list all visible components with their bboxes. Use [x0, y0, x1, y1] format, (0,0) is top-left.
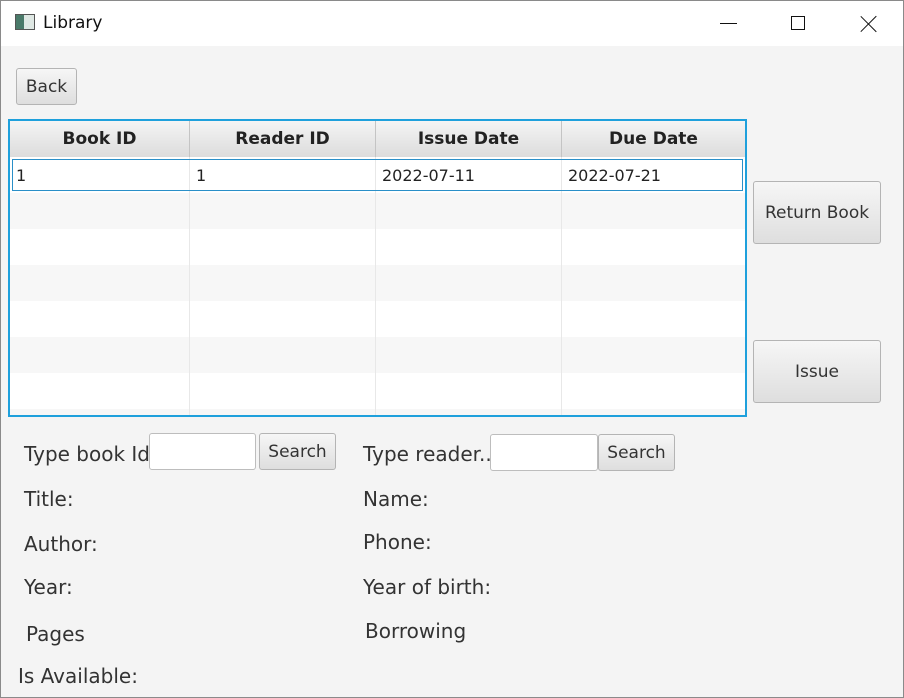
table-row-empty — [10, 409, 745, 415]
column-header-book-id[interactable]: Book ID — [10, 121, 190, 157]
column-header-issue-date[interactable]: Issue Date — [376, 121, 562, 157]
table-row-empty — [10, 301, 745, 337]
title-bar: Library — [1, 1, 903, 46]
book-search-button[interactable]: Search — [259, 433, 336, 470]
book-author-label: Author: — [24, 532, 98, 556]
close-icon — [860, 15, 878, 33]
cell-issue-date: 2022-07-11 — [376, 157, 562, 193]
cell-book-id: 1 — [10, 157, 190, 193]
close-button[interactable] — [837, 1, 901, 46]
reader-name-label: Name: — [363, 487, 429, 511]
reader-phone-label: Phone: — [363, 530, 432, 554]
column-header-due-date[interactable]: Due Date — [562, 121, 745, 157]
cell-reader-id: 1 — [190, 157, 376, 193]
table-row-empty — [10, 373, 745, 409]
reader-borrowing-label: Borrowing — [365, 619, 467, 643]
reader-search-label: Type reader... — [363, 442, 499, 466]
window-title: Library — [43, 13, 103, 33]
issue-button[interactable]: Issue — [753, 340, 881, 403]
book-search-label: Type book Id: — [24, 442, 157, 466]
minimize-icon — [720, 23, 737, 24]
table-header: Book ID Reader ID Issue Date Due Date — [10, 121, 745, 158]
maximize-button[interactable] — [766, 1, 830, 46]
maximize-icon — [791, 16, 805, 30]
reader-search-button[interactable]: Search — [598, 434, 675, 471]
back-button[interactable]: Back — [16, 68, 77, 105]
return-book-button[interactable]: Return Book — [753, 181, 881, 244]
table-row-empty — [10, 193, 745, 229]
table-row[interactable]: 1 1 2022-07-11 2022-07-21 — [10, 157, 745, 193]
reader-birth-label: Year of birth: — [363, 575, 492, 599]
column-header-reader-id[interactable]: Reader ID — [190, 121, 376, 157]
cell-due-date: 2022-07-21 — [568, 165, 661, 185]
table-row-empty — [10, 229, 745, 265]
table-body: 1 1 2022-07-11 2022-07-21 — [10, 157, 745, 415]
book-id-input[interactable] — [149, 433, 256, 470]
book-title-label: Title: — [24, 487, 74, 511]
table-row-empty — [10, 265, 745, 301]
library-window: Library Back Book ID Reader ID Issue Dat… — [0, 0, 904, 698]
issues-table[interactable]: Book ID Reader ID Issue Date Due Date 1 … — [8, 119, 747, 417]
app-icon — [15, 14, 35, 30]
table-row-empty — [10, 337, 745, 373]
reader-id-input[interactable] — [490, 434, 598, 471]
minimize-button[interactable] — [696, 1, 760, 46]
book-available-label: Is Available: — [18, 664, 138, 688]
book-pages-label: Pages — [26, 622, 85, 646]
book-year-label: Year: — [24, 575, 73, 599]
